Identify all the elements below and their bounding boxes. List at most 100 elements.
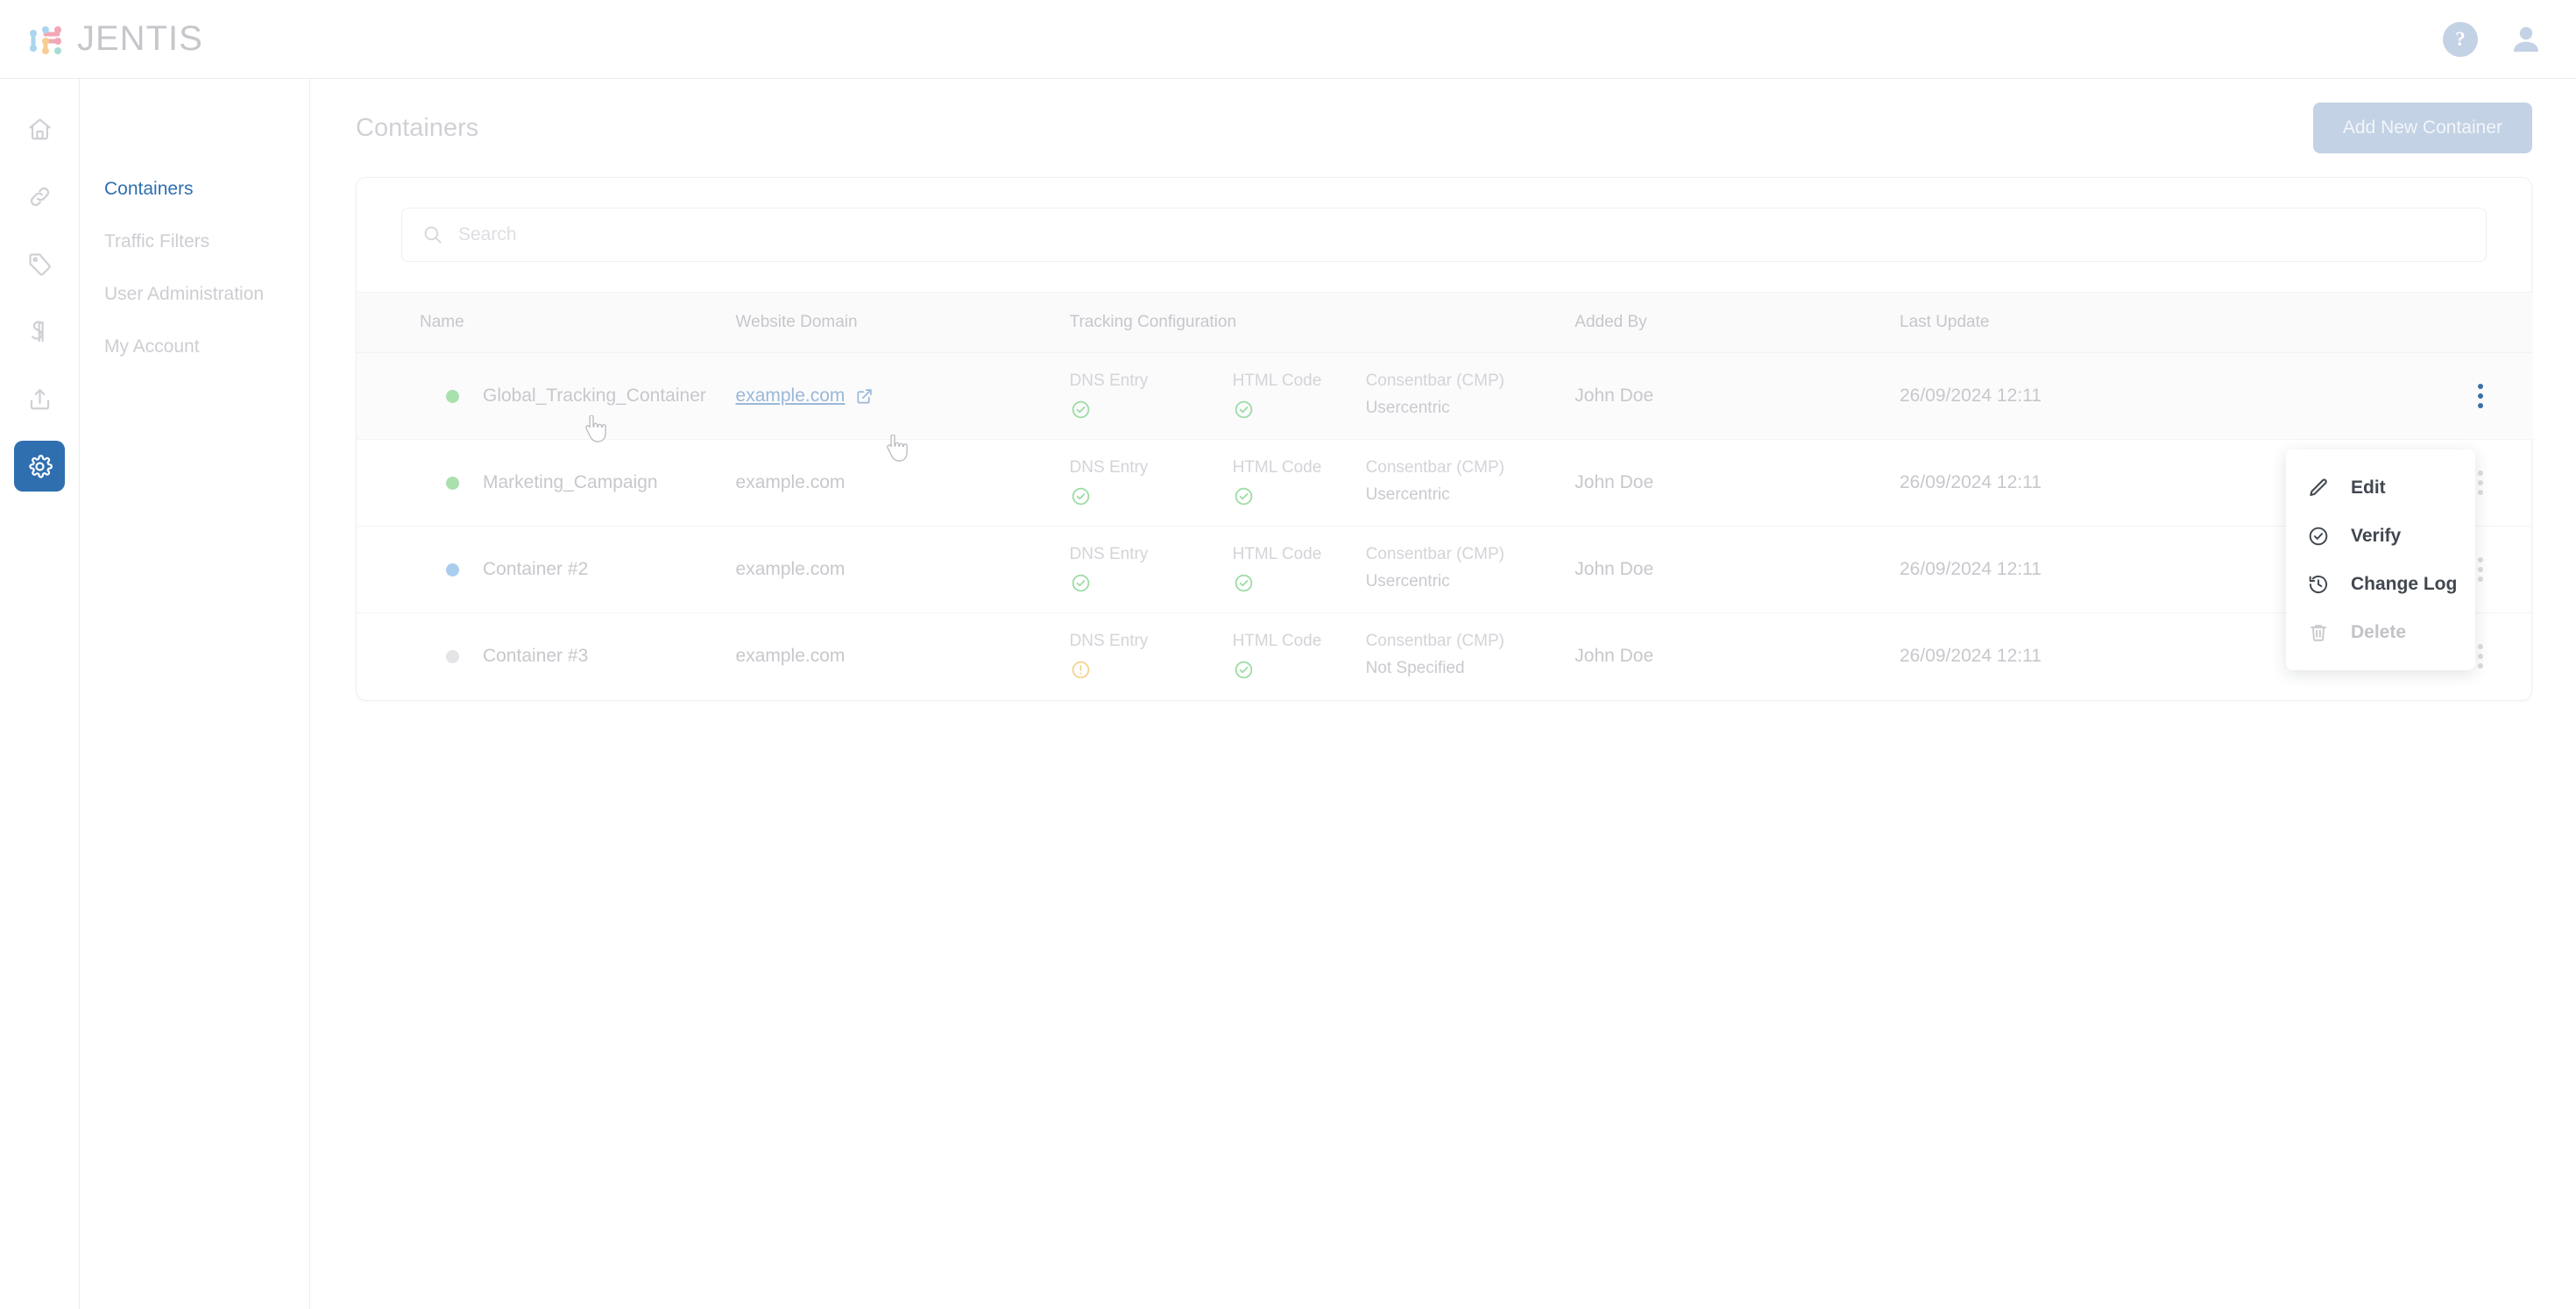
status-dot	[446, 563, 459, 577]
cell-added-by: John Doe	[1575, 527, 1900, 613]
cell-domain: example.com	[736, 353, 1070, 440]
search-icon	[421, 223, 444, 246]
cell-last-update: 26/09/2024 12:11	[1900, 613, 2279, 700]
cell-name: Global_Tracking_Container	[357, 353, 736, 440]
icon-rail	[0, 79, 80, 1309]
gear-icon	[26, 453, 53, 480]
topbar-actions: ?	[2443, 21, 2544, 58]
sidebar-item-my-account[interactable]: My Account	[80, 337, 309, 356]
rail-item-tags[interactable]	[14, 238, 65, 289]
status-ok-icon	[1070, 399, 1092, 421]
dns-entry-label: DNS Entry	[1069, 545, 1149, 563]
trash-icon	[2307, 621, 2330, 644]
website-domain-text: example.com	[735, 472, 846, 492]
cell-last-update: 26/09/2024 12:11	[1900, 440, 2279, 527]
upload-icon	[26, 386, 53, 413]
column-header-actions	[2278, 292, 2533, 353]
rail-item-settings[interactable]	[14, 441, 65, 492]
menu-item-edit-label: Edit	[2351, 477, 2386, 498]
row-menu-button[interactable]	[2461, 377, 2500, 415]
main-content: Containers Add New Container Name Websit…	[310, 79, 2576, 1309]
tracking-html-code: HTML Code	[1233, 458, 1366, 507]
cell-tracking-configuration: DNS Entry HTML Code Consentbar (CMP) Userce…	[1070, 440, 1575, 527]
tracking-consentbar: Consentbar (CMP) Usercentric	[1366, 458, 1550, 505]
rail-item-connections[interactable]	[14, 171, 65, 222]
tracking-dns-entry: DNS Entry	[1070, 458, 1233, 507]
container-name: Global_Tracking_Container	[483, 386, 706, 406]
dns-entry-label: DNS Entry	[1069, 458, 1149, 477]
website-domain-text: example.com	[735, 646, 846, 667]
add-new-container-button[interactable]: Add New Container	[2312, 103, 2532, 153]
consentbar-value: Usercentric	[1365, 572, 1450, 591]
rail-item-home[interactable]	[14, 103, 65, 154]
cell-tracking-configuration: DNS Entry HTML Code Consentbar (CMP) Not Sp…	[1070, 613, 1575, 700]
sidebar-item-containers[interactable]: Containers	[80, 180, 309, 198]
table-header: Name Website Domain Tracking Configurati…	[357, 292, 2533, 353]
last-update-value: 26/09/2024 12:11	[1900, 472, 2042, 492]
website-domain-text: example.com	[735, 559, 846, 579]
user-avatar-icon[interactable]	[2508, 21, 2544, 58]
containers-table: Name Website Domain Tracking Configurati…	[357, 292, 2533, 700]
menu-item-verify[interactable]: Verify	[2286, 512, 2475, 560]
cell-tracking-configuration: DNS Entry HTML Code Consentbar (CMP) Userce…	[1070, 527, 1575, 613]
link-icon	[26, 183, 53, 210]
cell-tracking-configuration: DNS Entry HTML Code Consentbar (CMP) Userce…	[1070, 353, 1575, 440]
consentbar-label: Consentbar (CMP)	[1365, 458, 1504, 477]
status-dot	[446, 649, 459, 663]
tracking-consentbar: Consentbar (CMP) Usercentric	[1366, 545, 1550, 591]
added-by-value: John Doe	[1575, 386, 1654, 406]
column-header-last-update[interactable]: Last Update	[1900, 292, 2279, 353]
website-domain-link[interactable]: example.com	[736, 386, 874, 407]
table-row[interactable]: Global_Tracking_Container example.com DNS …	[357, 352, 2533, 440]
help-icon[interactable]: ?	[2443, 21, 2478, 57]
consentbar-label: Consentbar (CMP)	[1365, 371, 1504, 390]
cell-added-by: John Doe	[1575, 613, 1900, 700]
brand-name: JENTIS	[77, 19, 203, 58]
column-header-name[interactable]: Name	[357, 292, 736, 353]
tracking-consentbar: Consentbar (CMP) Usercentric	[1366, 371, 1550, 418]
status-ok-icon	[1233, 572, 1255, 594]
consentbar-label: Consentbar (CMP)	[1365, 632, 1504, 651]
cell-added-by: John Doe	[1575, 440, 1900, 527]
table-row[interactable]: Marketing_Campaign example.com DNS Entry HT…	[357, 440, 2533, 527]
consentbar-value: Usercentric	[1365, 399, 1450, 417]
cell-name: Marketing_Campaign	[357, 440, 736, 527]
table-row[interactable]: Container #3 example.com DNS Entry HTML Cod…	[357, 613, 2533, 700]
page-title: Containers	[356, 113, 479, 142]
column-header-tracking[interactable]: Tracking Configuration	[1069, 292, 1575, 353]
tracking-html-code: HTML Code	[1233, 632, 1366, 681]
html-code-label: HTML Code	[1232, 458, 1322, 477]
last-update-value: 26/09/2024 12:11	[1900, 646, 2042, 667]
page-header: Containers Add New Container	[310, 79, 2576, 177]
menu-item-edit[interactable]: Edit	[2286, 463, 2475, 512]
external-link-icon	[855, 387, 874, 406]
table-row[interactable]: Container #2 example.com DNS Entry HTML Cod…	[357, 527, 2533, 613]
menu-item-change-log[interactable]: Change Log	[2286, 560, 2475, 608]
brand-logo[interactable]: JENTIS	[26, 19, 203, 59]
cell-domain: example.com	[736, 613, 1070, 700]
consentbar-value: Usercentric	[1365, 485, 1450, 504]
rail-item-export[interactable]	[14, 373, 65, 424]
dns-entry-label: DNS Entry	[1069, 371, 1149, 390]
column-header-added-by[interactable]: Added By	[1575, 292, 1900, 353]
jentis-logo-icon	[26, 22, 67, 57]
menu-item-delete[interactable]: Delete	[2286, 608, 2475, 656]
status-ok-icon	[1233, 399, 1255, 421]
tracking-consentbar: Consentbar (CMP) Not Specified	[1366, 632, 1550, 678]
sidebar-item-user-administration[interactable]: User Administration	[80, 285, 309, 303]
search-bar[interactable]	[401, 208, 2487, 262]
status-ok-icon	[1233, 659, 1255, 681]
cell-last-update: 26/09/2024 12:11	[1900, 353, 2279, 440]
tracking-html-code: HTML Code	[1233, 371, 1366, 421]
search-input[interactable]	[458, 224, 2317, 245]
column-header-domain[interactable]: Website Domain	[735, 292, 1070, 353]
status-ok-icon	[1233, 485, 1255, 507]
sidebar-item-traffic-filters[interactable]: Traffic Filters	[80, 232, 309, 251]
rail-item-legal[interactable]	[14, 306, 65, 357]
cell-added-by: John Doe	[1575, 353, 1900, 440]
home-icon	[26, 116, 53, 143]
cell-actions	[2279, 353, 2533, 440]
help-glyph: ?	[2455, 27, 2466, 50]
cell-domain: example.com	[736, 527, 1070, 613]
check-circle-icon	[2307, 525, 2330, 548]
